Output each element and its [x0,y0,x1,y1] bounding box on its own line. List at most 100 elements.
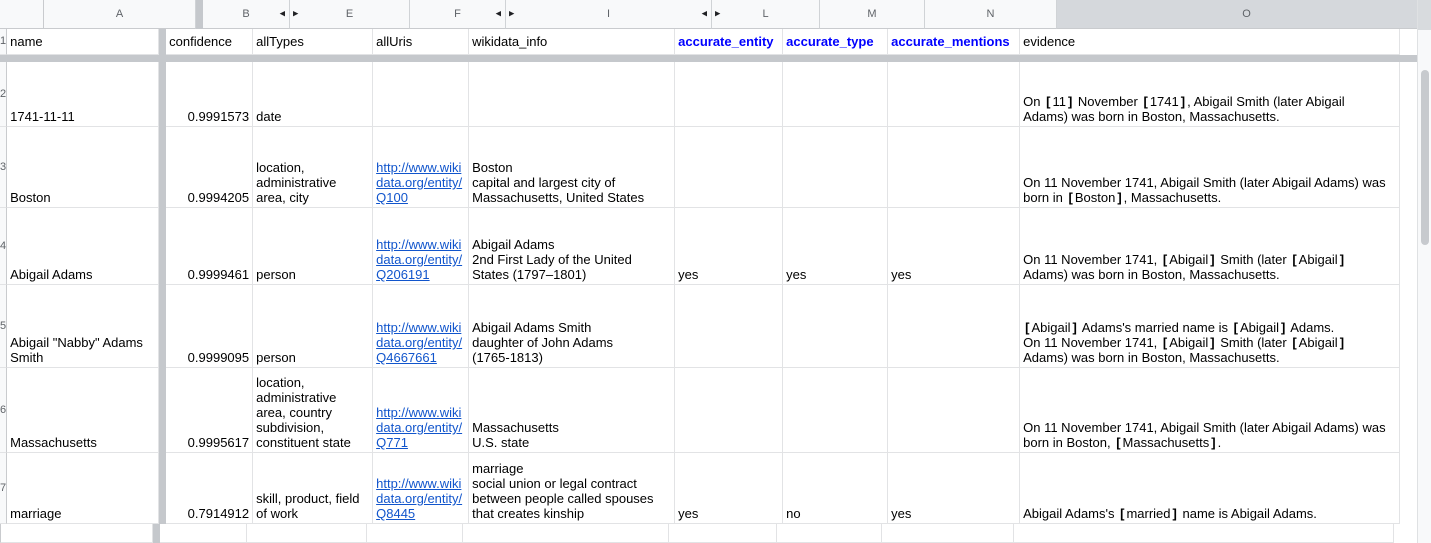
cell[interactable] [777,524,882,543]
cell-accurate-mentions[interactable]: yes [888,453,1021,524]
cell-alluris[interactable]: http://www.wiki data.org/entity/ Q206191 [373,208,470,285]
cell-name[interactable]: marriage [7,453,160,524]
cell-name[interactable]: 1741-11-11 [7,62,160,127]
hidden-columns-arrow-icon[interactable]: ◀ [280,11,285,18]
hidden-columns-arrow-icon[interactable]: ▶ [509,11,514,18]
cell-header-accurate-entity[interactable]: accurate_entity [675,29,784,55]
cell-evidence[interactable]: On 11 November 1741, Abigail Smith (late… [1020,368,1401,453]
wikidata-link[interactable]: http://www.wiki data.org/entity/ Q466766… [376,320,462,365]
cell[interactable] [367,524,463,543]
cell-accurate-entity[interactable] [675,285,784,368]
cell-alltypes[interactable]: person [253,285,374,368]
column-header-n[interactable]: N [925,0,1057,29]
column-header-a[interactable]: A [44,0,196,29]
cell-alltypes[interactable]: location, administrative area, country s… [253,368,374,453]
cell-name[interactable]: Abigail Adams [7,208,160,285]
cell-evidence[interactable]: On [11] November [1741], Abigail Smith (… [1020,62,1401,127]
cell-accurate-type[interactable] [783,127,889,208]
cell-header-evidence[interactable]: evidence [1020,29,1401,55]
column-header-o[interactable]: O [1057,0,1431,29]
row-number[interactable]: 2 [0,62,8,127]
cell-accurate-entity[interactable] [675,62,784,127]
row-number[interactable]: 7 [0,453,8,524]
cell-alltypes[interactable]: skill, product, field of work [253,453,374,524]
cell-alltypes[interactable]: date [253,62,374,127]
wikidata-link[interactable]: http://www.wiki data.org/entity/ Q771 [376,405,462,450]
cell-accurate-type[interactable]: yes [783,208,889,285]
scrollbar-thumb[interactable] [1421,70,1429,245]
frozen-column-divider[interactable] [159,368,167,453]
cell-evidence[interactable]: Abigail Adams's [married] name is Abigai… [1020,453,1401,524]
row-number[interactable]: 4 [0,208,8,285]
cell-alluris[interactable]: http://www.wiki data.org/entity/ Q100 [373,127,470,208]
row-number[interactable]: 1 [0,29,8,55]
cell-confidence[interactable]: 0.9994205 [166,127,254,208]
cell[interactable] [669,524,777,543]
cell-header-alltypes[interactable]: allTypes [253,29,374,55]
cell-header-accurate-mentions[interactable]: accurate_mentions [888,29,1021,55]
cell-header-accurate-type[interactable]: accurate_type [783,29,889,55]
cell-evidence[interactable]: [Abigail] Adams's married name is [Abiga… [1020,285,1401,368]
row-number[interactable]: 3 [0,127,8,208]
column-header-e[interactable]: ▶ E [290,0,410,29]
column-header-f[interactable]: F ◀ [410,0,506,29]
column-header-m[interactable]: M [820,0,925,29]
cell-wikidata-info[interactable]: marriage social union or legal contract … [469,453,676,524]
column-header-l[interactable]: ▶ L [712,0,820,29]
wikidata-link[interactable]: http://www.wiki data.org/entity/ Q8445 [376,476,462,521]
cell-accurate-type[interactable]: no [783,453,889,524]
cell-accurate-type[interactable] [783,62,889,127]
cell-wikidata-info[interactable]: Abigail Adams 2nd First Lady of the Unit… [469,208,676,285]
cell-alluris[interactable]: http://www.wiki data.org/entity/ Q771 [373,368,470,453]
frozen-column-divider[interactable] [159,127,167,208]
frozen-column-divider[interactable] [159,62,167,127]
cell[interactable] [463,524,669,543]
cell-accurate-entity[interactable]: yes [675,208,784,285]
cell-accurate-mentions[interactable] [888,285,1021,368]
hidden-columns-arrow-icon[interactable]: ◀ [496,11,501,18]
cell-header-name[interactable]: name [7,29,160,55]
cell-wikidata-info[interactable]: Boston capital and largest city of Massa… [469,127,676,208]
cell-accurate-entity[interactable]: yes [675,453,784,524]
cell-header-alluris[interactable]: allUris [373,29,470,55]
cell-alluris[interactable] [373,62,470,127]
cell-confidence[interactable]: 0.9995617 [166,368,254,453]
cell-name[interactable]: Boston [7,127,160,208]
cell[interactable] [247,524,367,543]
frozen-column-divider[interactable] [159,208,167,285]
cell-accurate-type[interactable] [783,368,889,453]
cell-wikidata-info[interactable]: Massachusetts U.S. state [469,368,676,453]
cell-confidence[interactable]: 0.7914912 [166,453,254,524]
cell-wikidata-info[interactable] [469,62,676,127]
cell-accurate-mentions[interactable] [888,127,1021,208]
cell-evidence[interactable]: On 11 November 1741, [Abigail] Smith (la… [1020,208,1401,285]
cell-accurate-entity[interactable] [675,368,784,453]
frozen-column-divider[interactable] [159,285,167,368]
cell-name[interactable]: Massachusetts [7,368,160,453]
cell-header-wikidata-info[interactable]: wikidata_info [469,29,676,55]
cell-header-confidence[interactable]: confidence [166,29,254,55]
cell[interactable] [1014,524,1394,543]
cell[interactable] [882,524,1014,543]
cell[interactable] [160,524,247,543]
wikidata-link[interactable]: http://www.wiki data.org/entity/ Q100 [376,160,462,205]
cell-evidence[interactable]: On 11 November 1741, Abigail Smith (late… [1020,127,1401,208]
frozen-column-divider[interactable] [159,453,167,524]
frozen-row-divider[interactable] [0,55,1431,62]
row-number[interactable]: 5 [0,285,8,368]
cell-confidence[interactable]: 0.9991573 [166,62,254,127]
vertical-scrollbar[interactable] [1417,0,1431,543]
cell-confidence[interactable]: 0.9999095 [166,285,254,368]
cell-alluris[interactable]: http://www.wiki data.org/entity/ Q8445 [373,453,470,524]
cell-accurate-mentions[interactable] [888,62,1021,127]
cell-alltypes[interactable]: location, administrative area, city [253,127,374,208]
frozen-column-divider[interactable] [196,0,203,29]
cell-wikidata-info[interactable]: Abigail Adams Smith daughter of John Ada… [469,285,676,368]
cell-alluris[interactable]: http://www.wiki data.org/entity/ Q466766… [373,285,470,368]
row-number[interactable]: 6 [0,368,8,453]
cell-accurate-type[interactable] [783,285,889,368]
cell[interactable] [1,524,153,543]
cell-accurate-mentions[interactable] [888,368,1021,453]
cell-confidence[interactable]: 0.9999461 [166,208,254,285]
frozen-column-divider[interactable] [153,524,160,543]
